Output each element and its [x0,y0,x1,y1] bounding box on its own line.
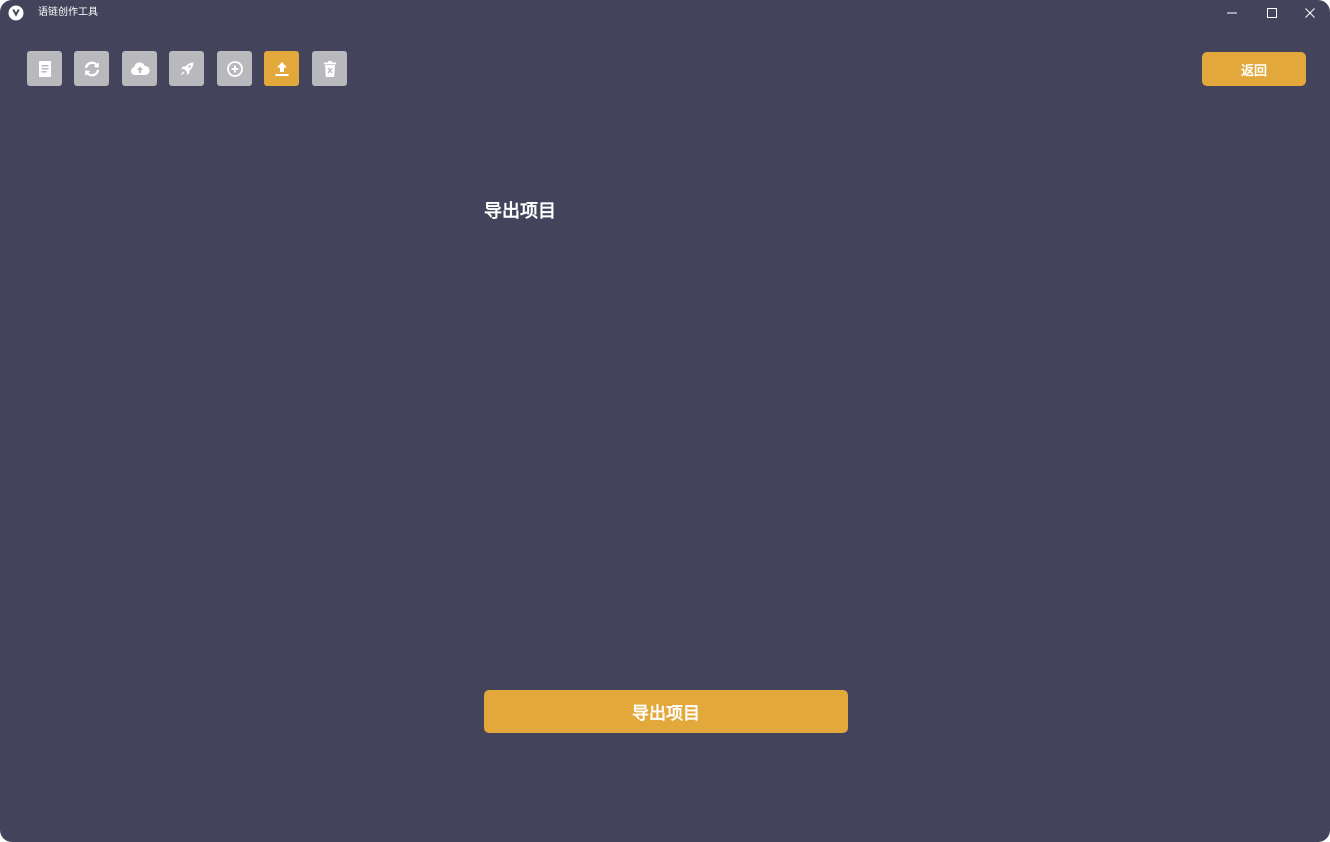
document-icon [38,60,51,77]
window-title: 语链创作工具 [38,7,98,18]
export-project-button[interactable]: 导出项目 [484,690,848,733]
sync-button[interactable] [74,51,109,86]
close-icon [1305,8,1315,18]
minimize-icon [1227,12,1237,14]
back-button[interactable]: 返回 [1202,52,1306,86]
upload-icon [275,61,288,76]
export-tool-button[interactable] [264,51,299,86]
rocket-button[interactable] [169,51,204,86]
cloud-upload-button[interactable] [122,51,157,86]
maximize-icon [1267,8,1277,18]
app-window: 语链创作工具 返回 导出项目 导出项目 [0,0,1330,842]
document-button[interactable] [27,51,62,86]
add-button[interactable] [217,51,252,86]
delete-button[interactable] [312,51,347,86]
trash-icon [323,60,336,77]
app-logo-icon [8,5,24,21]
cloud-upload-icon [130,61,150,75]
title-bar: 语链创作工具 [0,0,1330,26]
plus-circle-icon [226,60,243,77]
sync-icon [84,61,99,76]
close-button[interactable] [1291,0,1329,26]
page-title: 导出项目 [484,201,556,222]
rocket-icon [180,62,193,75]
maximize-button[interactable] [1253,0,1291,26]
minimize-button[interactable] [1213,0,1251,26]
